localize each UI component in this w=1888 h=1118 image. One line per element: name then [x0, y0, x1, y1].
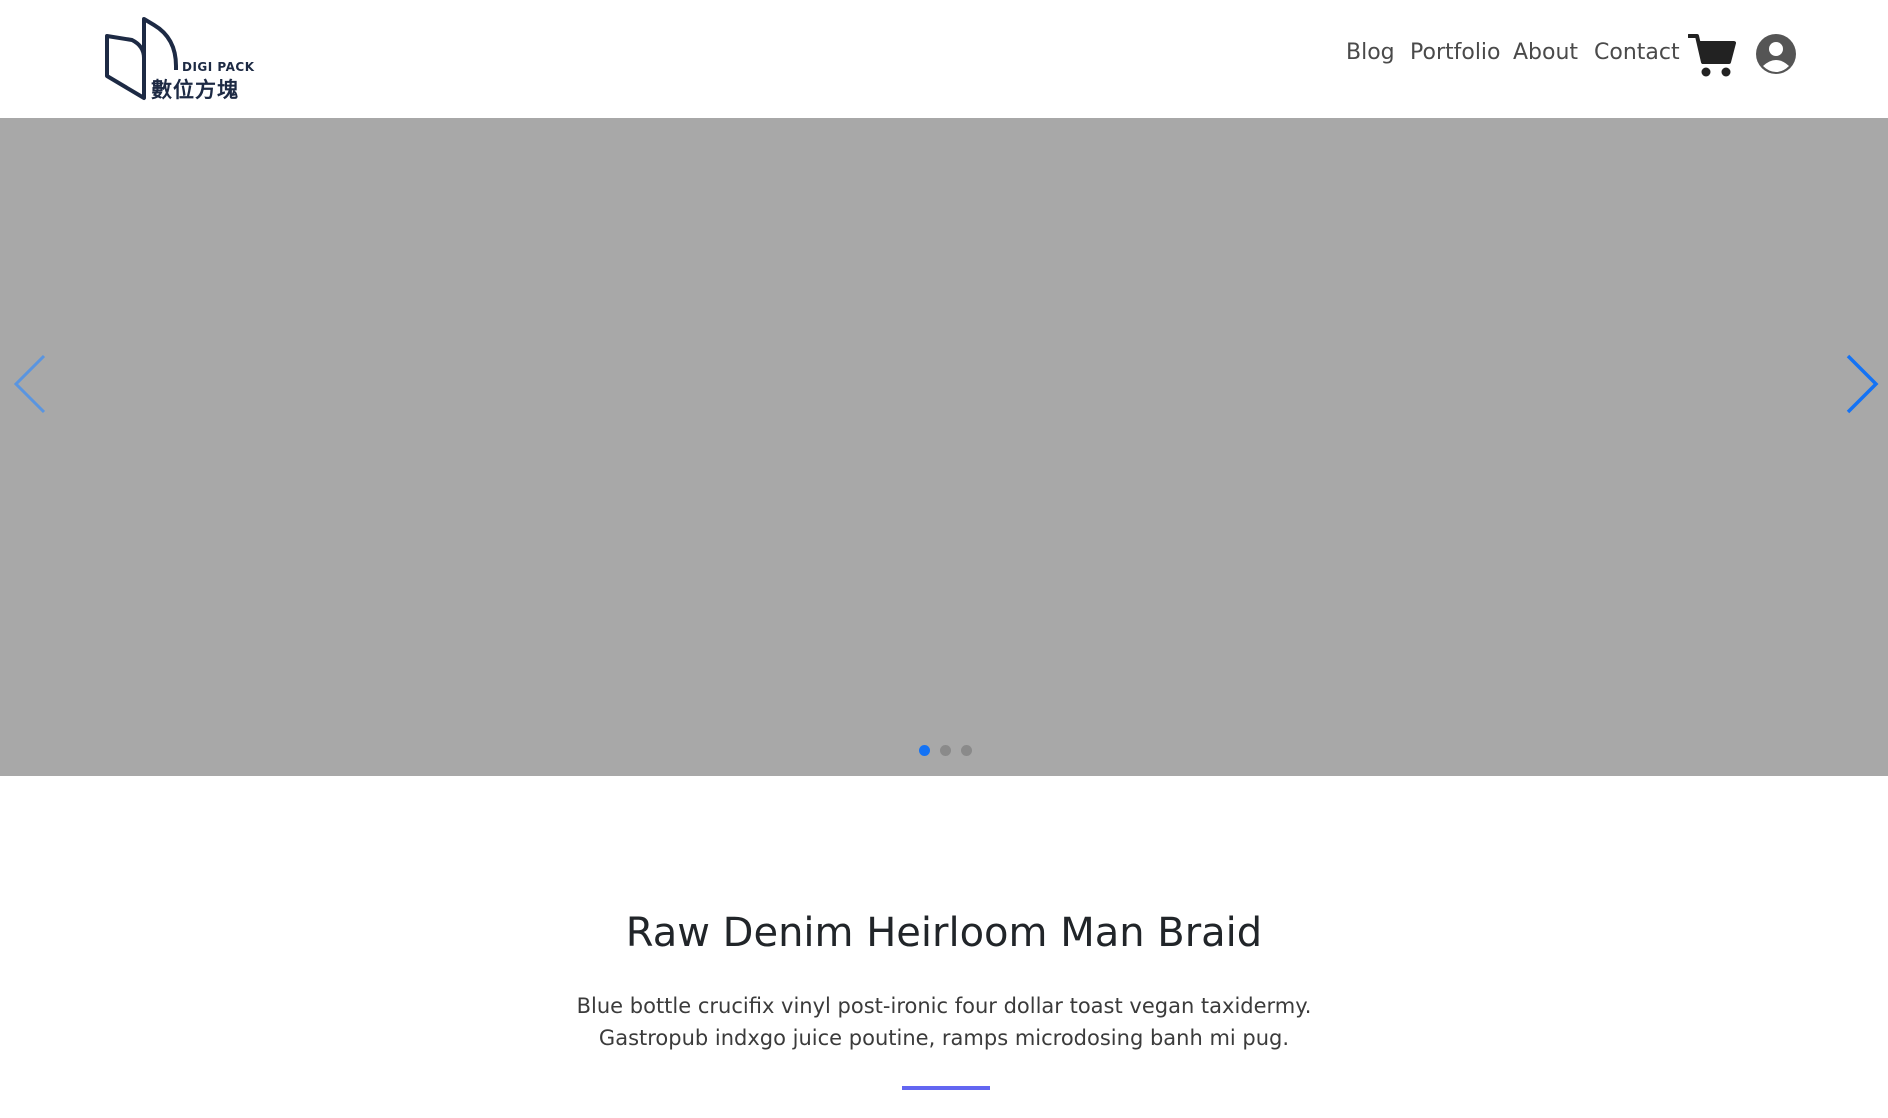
nav-link-blog[interactable]: Blog — [1346, 38, 1395, 68]
logo-chinese-name: 數位方塊 — [151, 78, 239, 102]
chevron-right-icon — [1846, 354, 1879, 414]
chevron-left-icon — [13, 354, 46, 414]
feature-section: Raw Denim Heirloom Man Braid Blue bottle… — [0, 776, 1888, 1118]
section-title: Raw Denim Heirloom Man Braid — [625, 910, 1263, 956]
carousel-next-button[interactable] — [1842, 352, 1882, 416]
carousel-dot-3[interactable] — [961, 745, 972, 756]
nav-link-contact[interactable]: Contact — [1594, 38, 1680, 68]
brand-logo[interactable]: DIGI PACK 數位方塊 — [104, 16, 256, 102]
title-accent-divider — [902, 1086, 990, 1090]
nav-link-portfolio[interactable]: Portfolio — [1410, 38, 1501, 68]
user-avatar-icon[interactable] — [1756, 34, 1796, 74]
carousel-prev-button[interactable] — [10, 352, 50, 416]
hero-carousel — [0, 118, 1888, 776]
nav-link-about[interactable]: About — [1513, 38, 1578, 68]
carousel-dot-1[interactable] — [919, 745, 930, 756]
shopping-cart-icon[interactable] — [1687, 32, 1736, 78]
carousel-indicators — [919, 745, 979, 757]
logo-english-name: DIGI PACK — [182, 60, 255, 74]
section-description: Blue bottle crucifix vinyl post-ironic f… — [576, 994, 1312, 1050]
site-header: DIGI PACK 數位方塊 Blog Portfolio About Cont… — [0, 0, 1888, 118]
carousel-dot-2[interactable] — [940, 745, 951, 756]
